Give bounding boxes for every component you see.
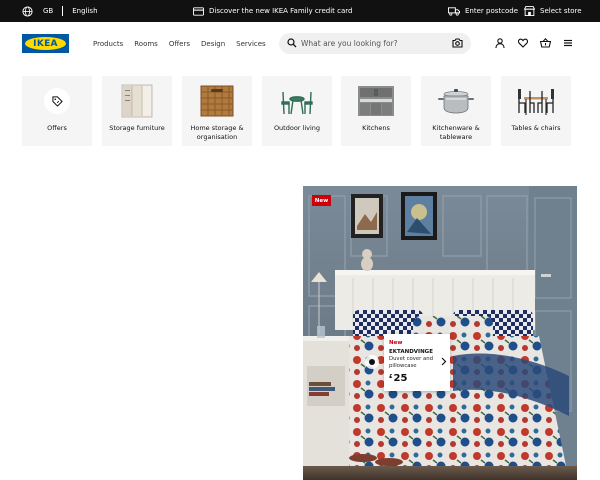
ikea-logo[interactable]: IKEA bbox=[22, 34, 69, 53]
product-tooltip-card[interactable]: New EKTANDVINGE Duvet cover and pillowca… bbox=[384, 334, 450, 391]
credit-card-icon bbox=[193, 6, 204, 16]
nav-offers[interactable]: Offers bbox=[169, 40, 190, 48]
category-label: Kitchenware & tableware bbox=[432, 124, 480, 141]
divider bbox=[62, 6, 64, 16]
category-label: Outdoor living bbox=[273, 124, 321, 132]
category-outdoor-living[interactable]: Outdoor living bbox=[262, 76, 332, 146]
category-label: Tables & chairs bbox=[511, 124, 561, 132]
category-offers[interactable]: Offers bbox=[22, 76, 92, 146]
store-label: Select store bbox=[540, 7, 582, 15]
dining-set-image bbox=[501, 84, 571, 118]
search-input[interactable]: What are you looking for? bbox=[301, 33, 398, 54]
new-badge: New bbox=[312, 195, 331, 206]
select-store-button[interactable]: Select store bbox=[524, 0, 582, 22]
family-card-promo-link[interactable]: Discover the new IKEA Family credit card bbox=[193, 0, 353, 22]
bedroom-scene bbox=[303, 186, 577, 480]
category-label: Offers bbox=[47, 124, 67, 132]
logo-text: IKEA bbox=[33, 38, 58, 49]
globe-icon bbox=[22, 5, 33, 17]
price-value: 25 bbox=[393, 373, 408, 384]
product-new-label: New bbox=[389, 340, 403, 346]
offer-tag-icon bbox=[44, 88, 70, 114]
top-bar: GB English Discover the new IKEA Family … bbox=[0, 0, 600, 22]
basket-image bbox=[182, 84, 252, 118]
category-label: Home storage & organisation bbox=[190, 124, 244, 141]
country-language-selector[interactable]: GB English bbox=[22, 0, 98, 22]
hero-image-bedroom[interactable] bbox=[303, 186, 577, 480]
menu-icon[interactable] bbox=[563, 38, 573, 48]
product-hotspot-dot[interactable] bbox=[365, 355, 379, 369]
chevron-right-icon bbox=[441, 357, 447, 366]
nav-rooms[interactable]: Rooms bbox=[134, 40, 158, 48]
postcode-label: Enter postcode bbox=[465, 7, 519, 15]
logo-oval: IKEA bbox=[25, 37, 66, 50]
wardrobe-image bbox=[102, 84, 172, 118]
nav-design[interactable]: Design bbox=[201, 40, 225, 48]
category-home-storage[interactable]: Home storage & organisation bbox=[182, 76, 252, 146]
nav-products[interactable]: Products bbox=[93, 40, 123, 48]
search-icon bbox=[287, 38, 297, 48]
search-bar[interactable]: What are you looking for? bbox=[279, 33, 471, 54]
main-nav: Products Rooms Offers Design Services bbox=[93, 22, 277, 66]
product-description: Duvet cover and pillowcase bbox=[389, 356, 433, 369]
hotspot-center bbox=[369, 359, 375, 365]
product-name: EKTANDVINGE bbox=[389, 349, 433, 355]
category-kitchens[interactable]: Kitchens bbox=[341, 76, 411, 146]
category-label: Kitchens bbox=[362, 124, 390, 132]
basket-icon[interactable] bbox=[540, 38, 551, 48]
profile-icon[interactable] bbox=[495, 38, 505, 48]
heart-icon[interactable] bbox=[518, 38, 528, 48]
country-code: GB bbox=[43, 7, 54, 15]
kitchen-image bbox=[341, 84, 411, 118]
nav-services[interactable]: Services bbox=[236, 40, 266, 48]
patio-set-image bbox=[262, 84, 332, 118]
product-price: £25 bbox=[389, 373, 407, 384]
category-storage-furniture[interactable]: Storage furniture bbox=[102, 76, 172, 146]
camera-icon[interactable] bbox=[452, 38, 463, 48]
store-icon bbox=[524, 6, 535, 16]
category-kitchenware[interactable]: Kitchenware & tableware bbox=[421, 76, 491, 146]
promo-text: Discover the new IKEA Family credit card bbox=[209, 7, 353, 15]
truck-icon bbox=[448, 6, 460, 16]
pot-image bbox=[421, 84, 491, 118]
postcode-button[interactable]: Enter postcode bbox=[448, 0, 518, 22]
category-label: Storage furniture bbox=[109, 124, 165, 132]
language-label: English bbox=[72, 7, 98, 15]
price-currency: £ bbox=[389, 374, 393, 380]
main-header: IKEA Products Rooms Offers Design Servic… bbox=[0, 22, 600, 66]
category-tables-chairs[interactable]: Tables & chairs bbox=[501, 76, 571, 146]
category-image bbox=[22, 84, 92, 118]
